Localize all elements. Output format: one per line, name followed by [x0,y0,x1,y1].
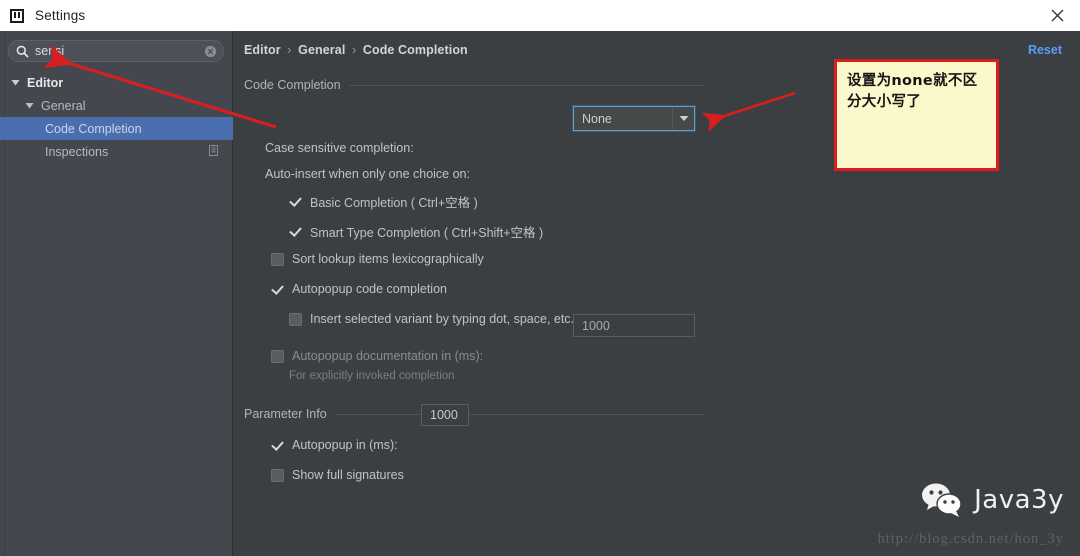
annotation-note: 设置为none就不区分大小写了 [834,59,999,171]
breadcrumb-item-editor[interactable]: Editor [244,43,281,57]
sidebar-item-label: Editor [27,76,63,90]
chevron-down-icon[interactable] [24,100,35,111]
close-icon [1051,9,1064,22]
search-icon [16,45,29,58]
checkbox-parameter-autopopup[interactable]: Autopopup in (ms): [271,438,398,452]
watermark: Java3y [920,482,1064,518]
group-code-completion: Code Completion [244,78,704,92]
breadcrumb-item-general[interactable]: General [298,43,345,57]
checkbox-label: Insert selected variant by typing dot, s… [310,312,574,326]
checkbox-label: Autopopup in (ms): [292,438,398,452]
hint-text: For explicitly invoked completion [289,370,455,382]
chevron-down-icon[interactable] [10,77,21,88]
group-title: Parameter Info [244,407,704,421]
autopopup-documentation-value: 1000 [582,319,610,333]
close-button[interactable] [1034,0,1080,31]
sidebar-item-code-completion[interactable]: Code Completion [0,117,233,140]
group-title-label: Code Completion [244,78,341,92]
checkbox-label: Autopopup code completion [292,282,447,296]
group-title: Code Completion [244,78,704,92]
sidebar-item-label: Inspections [45,145,108,159]
checkbox-label: Sort lookup items lexicographically [292,252,484,266]
window-title: Settings [35,8,85,23]
breadcrumb-separator: › [284,43,294,57]
auto-insert-label: Auto-insert when only one choice on: [265,167,470,181]
auto-insert-text: Auto-insert when only one choice on: [265,167,470,181]
reset-link[interactable]: Reset [1028,43,1062,57]
search-input[interactable]: sensi [8,40,224,62]
checkbox-insert-selected-variant[interactable]: Insert selected variant by typing dot, s… [289,312,574,326]
autopopup-documentation-input[interactable]: 1000 [573,314,695,337]
checkbox-label: Show full signatures [292,468,404,482]
checkbox-show-full-signatures[interactable]: Show full signatures [271,468,404,482]
settings-sidebar: sensi Editor General [0,31,233,556]
group-parameter-info: Parameter Info [244,407,704,421]
breadcrumb: Editor › General › Code Completion [244,43,468,57]
search-input-value: sensi [35,41,204,61]
checkbox-icon[interactable] [289,225,302,238]
settings-tree: Editor General Code Completion Inspectio… [0,71,233,163]
parameter-autopopup-input[interactable]: 1000 [421,404,469,426]
checkbox-icon[interactable] [271,439,284,452]
case-sensitive-completion-label: Case sensitive completion: [265,141,414,155]
checkbox-basic-completion[interactable]: Basic Completion ( Ctrl+空格 ) [289,192,478,211]
checkbox-icon[interactable] [271,469,284,482]
watermark-brand: Java3y [974,485,1064,515]
group-title-label: Parameter Info [244,407,327,421]
checkbox-label: Autopopup documentation in (ms): [292,349,483,363]
case-sensitive-completion-dropdown[interactable]: None [573,106,695,131]
breadcrumb-item-code-completion[interactable]: Code Completion [363,43,468,57]
checkbox-label: Basic Completion ( Ctrl+空格 ) [310,192,478,211]
breadcrumb-separator: › [349,43,359,57]
group-divider [335,414,704,415]
checkbox-icon[interactable] [271,283,284,296]
copy-icon[interactable] [209,145,221,157]
sidebar-item-label: Code Completion [45,122,142,136]
dropdown-selected-value: None [582,112,672,126]
autopopup-documentation-hint: For explicitly invoked completion [289,370,455,382]
checkbox-label: Smart Type Completion ( Ctrl+Shift+空格 ) [310,222,543,241]
sidebar-item-label: General [41,99,85,113]
annotation-note-text: 设置为none就不区分大小写了 [847,71,986,113]
checkbox-autopopup-code-completion[interactable]: Autopopup code completion [271,282,447,296]
sidebar-item-inspections[interactable]: Inspections [0,140,233,163]
settings-dialog: Settings sensi [0,0,1080,556]
case-sensitive-completion-text: Case sensitive completion: [265,141,414,155]
checkbox-autopopup-documentation[interactable]: Autopopup documentation in (ms): [271,349,483,363]
sidebar-item-general[interactable]: General [0,94,233,117]
group-divider [349,85,704,86]
search-field-wrapper[interactable]: sensi [8,40,224,62]
checkbox-icon[interactable] [289,195,302,208]
checkbox-sort-lookup-items[interactable]: Sort lookup items lexicographically [271,252,484,266]
checkbox-icon[interactable] [289,313,302,326]
chevron-down-icon[interactable] [672,107,694,130]
checkbox-icon[interactable] [271,253,284,266]
sidebar-item-editor[interactable]: Editor [0,71,233,94]
parameter-autopopup-value: 1000 [430,408,458,422]
watermark-url: http://blog.csdn.net/hon_3y [878,531,1065,548]
checkbox-smart-type-completion[interactable]: Smart Type Completion ( Ctrl+Shift+空格 ) [289,222,543,241]
title-bar: Settings [0,0,1080,31]
checkbox-icon[interactable] [271,350,284,363]
wechat-icon [920,482,964,518]
clear-icon[interactable] [204,45,217,58]
intellij-idea-icon [10,8,26,24]
